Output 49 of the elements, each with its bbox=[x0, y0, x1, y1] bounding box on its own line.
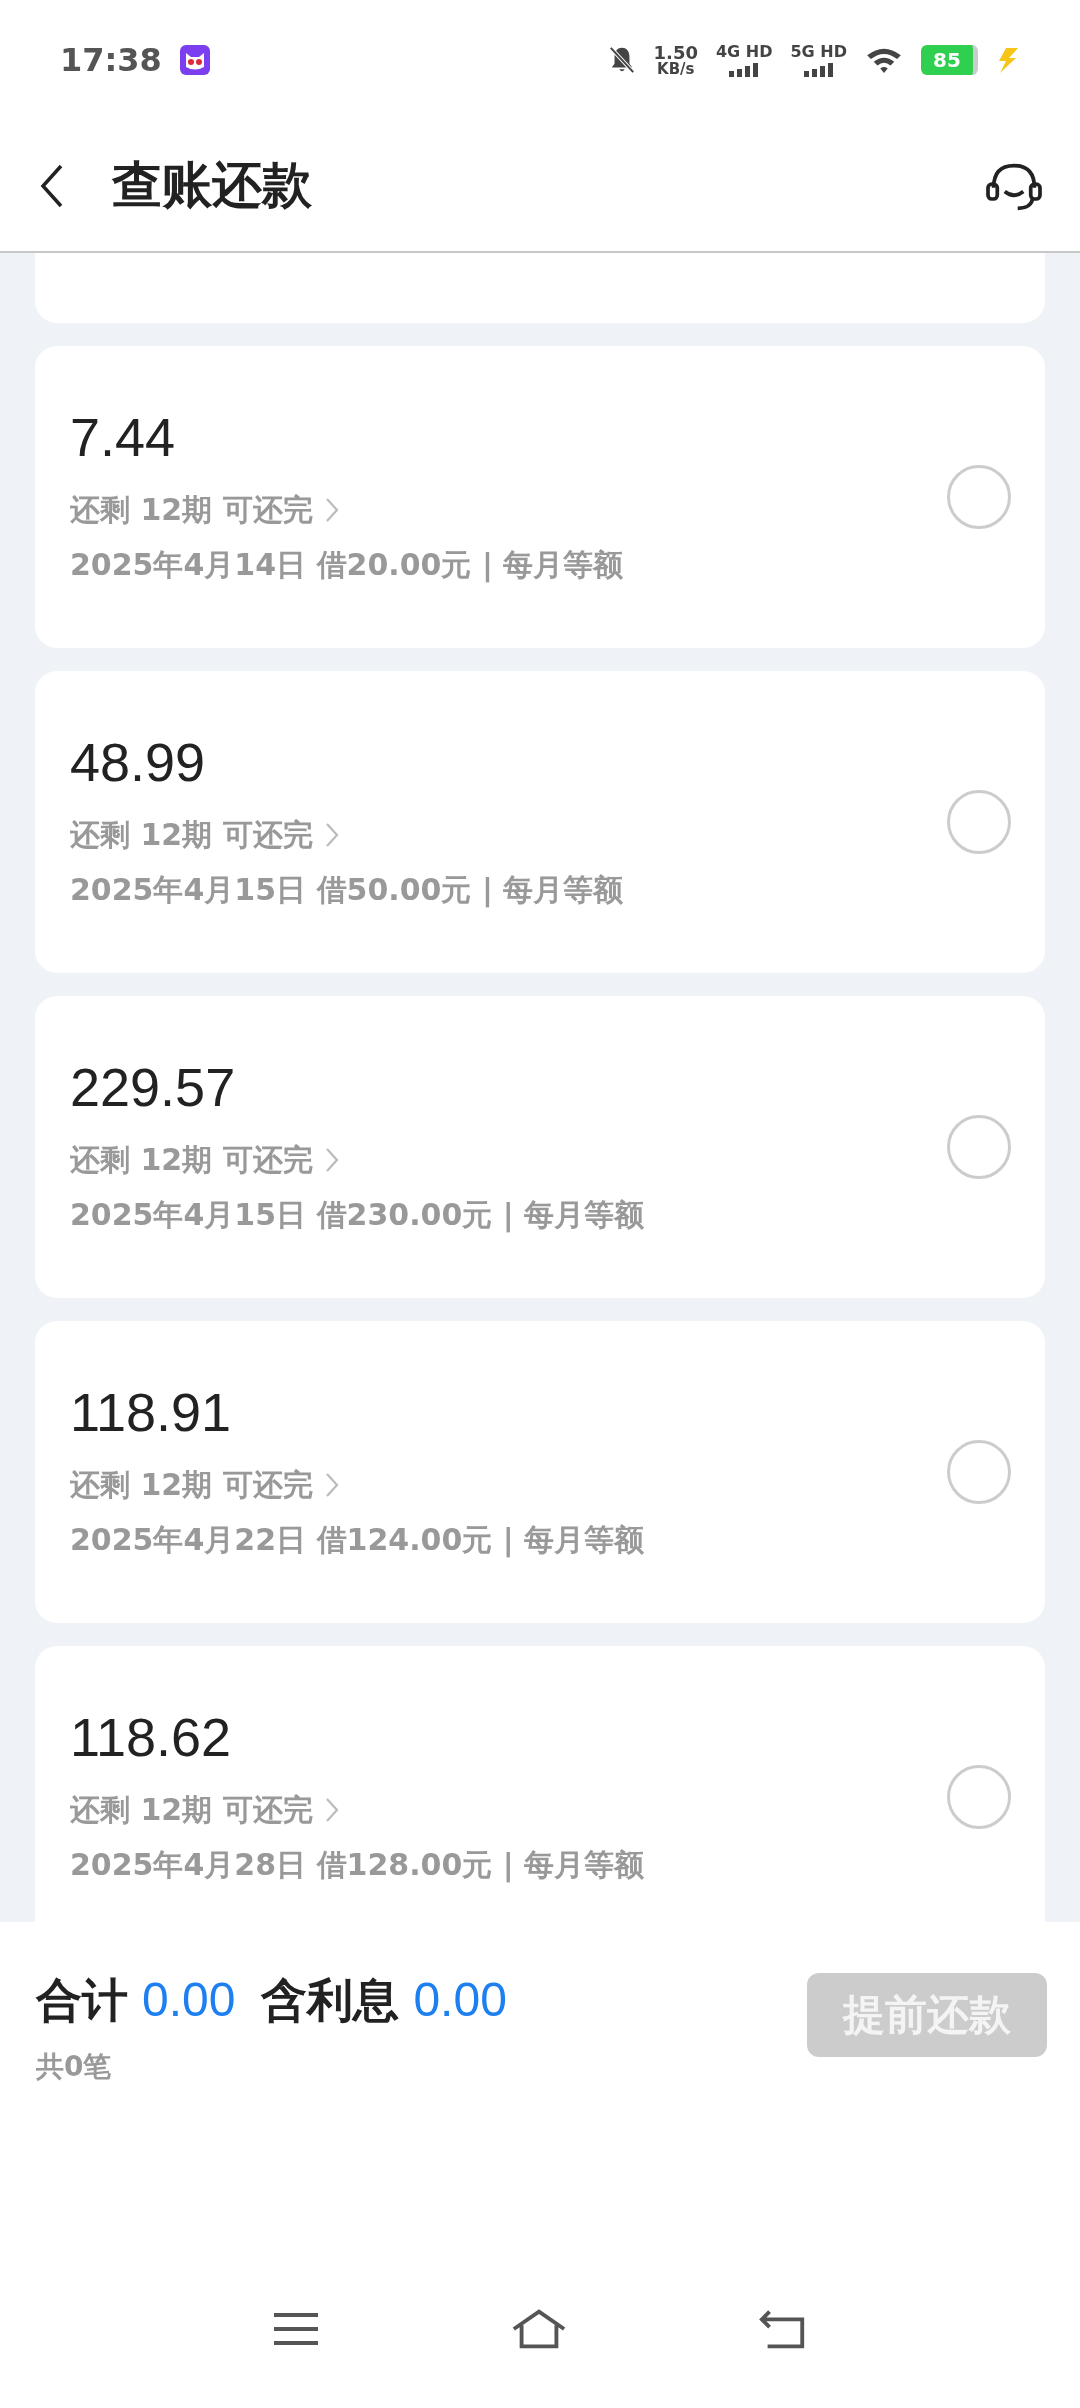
select-radio[interactable] bbox=[947, 1115, 1011, 1179]
back-icon[interactable] bbox=[40, 163, 64, 208]
chevron-right-icon bbox=[324, 497, 339, 524]
loan-detail: 2025年4月28日 借128.00元 | 每月等额 bbox=[70, 1845, 646, 1885]
item-count: 共0笔 bbox=[36, 2049, 113, 2085]
total-value: 0.00 bbox=[142, 1972, 236, 2027]
bell-off-icon bbox=[607, 45, 636, 75]
loan-amount: 48.99 bbox=[70, 733, 207, 793]
speed-unit: KB/s bbox=[657, 61, 695, 77]
loan-amount: 7.44 bbox=[70, 408, 177, 468]
loan-amount: 118.91 bbox=[70, 1383, 233, 1443]
chevron-right-icon bbox=[324, 1797, 339, 1824]
remaining-terms: 还剩 12期 可还完 bbox=[70, 490, 313, 529]
remaining-terms: 还剩 12期 可还完 bbox=[70, 1140, 313, 1179]
network-label: 5G HD bbox=[790, 43, 847, 60]
loan-card[interactable]: 229.57 还剩 12期 可还完 2025年4月15日 借230.00元 | 每月等额 bbox=[35, 996, 1045, 1298]
select-radio[interactable] bbox=[947, 1440, 1011, 1504]
loan-detail: 2025年4月22日 借124.00元 | 每月等额 bbox=[70, 1520, 646, 1560]
status-time: 17:38 bbox=[60, 41, 162, 79]
loan-amount: 229.57 bbox=[70, 1058, 237, 1118]
remaining-terms: 还剩 12期 可还完 bbox=[70, 815, 313, 854]
interest-label: 含利息 bbox=[261, 1972, 400, 2029]
loan-card[interactable]: 48.99 还剩 12期 可还完 2025年4月15日 借50.00元 | 每月等额 bbox=[35, 671, 1045, 973]
lightning-icon bbox=[996, 46, 1020, 74]
select-radio[interactable] bbox=[947, 465, 1011, 529]
loan-detail: 2025年4月14日 借20.00元 | 每月等额 bbox=[70, 545, 625, 585]
signal-icon bbox=[801, 62, 836, 77]
loan-card[interactable]: 118.91 还剩 12期 可还完 2025年4月22日 借124.00元 | 每月等额 bbox=[35, 1321, 1045, 1623]
chevron-right-icon bbox=[324, 1472, 339, 1499]
loan-detail: 2025年4月15日 借230.00元 | 每月等额 bbox=[70, 1195, 646, 1235]
network-speed: 1.50 bbox=[653, 43, 698, 62]
chevron-right-icon bbox=[324, 822, 339, 849]
cat-app-icon bbox=[179, 45, 210, 75]
page-title: 查账还款 bbox=[112, 155, 312, 216]
chevron-right-icon bbox=[324, 1147, 339, 1174]
wifi-icon bbox=[865, 46, 903, 74]
loan-card[interactable]: 118.62 还剩 12期 可还完 2025年4月28日 借128.00元 | 每月等额 bbox=[35, 1646, 1045, 1922]
loan-detail: 2025年4月15日 借50.00元 | 每月等额 bbox=[70, 870, 625, 910]
loan-card[interactable]: 7.44 还剩 12期 可还完 2025年4月14日 借20.00元 | 每月等额 bbox=[35, 346, 1045, 648]
select-radio[interactable] bbox=[947, 790, 1011, 854]
loan-amount: 118.62 bbox=[70, 1708, 233, 1768]
total-label: 合计 bbox=[36, 1972, 128, 2029]
battery-icon: 85 bbox=[921, 45, 978, 75]
home-icon[interactable] bbox=[510, 2307, 568, 2351]
select-radio[interactable] bbox=[947, 1765, 1011, 1829]
network-label: 4G HD bbox=[715, 43, 773, 60]
remaining-terms: 还剩 12期 可还完 bbox=[70, 1465, 313, 1504]
remaining-terms: 还剩 12期 可还完 bbox=[70, 1790, 313, 1829]
interest-value: 0.00 bbox=[413, 1972, 507, 2027]
